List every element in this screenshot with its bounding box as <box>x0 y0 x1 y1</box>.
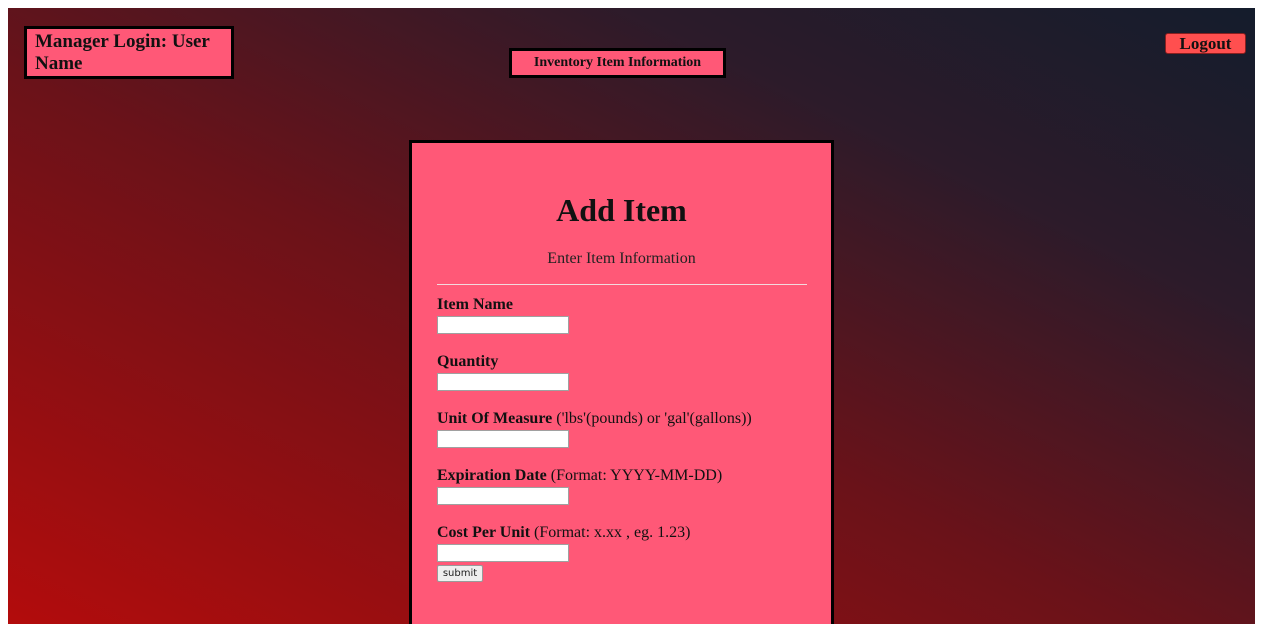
unit-of-measure-label: Unit Of Measure ('lbs'(pounds) or 'gal'(… <box>437 410 752 427</box>
quantity-field: Quantity <box>437 353 569 391</box>
expiration-date-label: Expiration Date (Format: YYYY-MM-DD) <box>437 467 723 484</box>
form-title: Add Item <box>556 192 687 228</box>
logout-button[interactable]: Logout <box>1165 33 1246 54</box>
item-name-field: Item Name <box>437 296 569 334</box>
quantity-input[interactable] <box>437 373 569 391</box>
quantity-label: Quantity <box>437 353 499 370</box>
add-item-form: Add Item Enter Item Information Item Nam… <box>409 140 834 624</box>
form-subtitle: Enter Item Information <box>547 250 696 267</box>
form-divider <box>437 284 807 285</box>
page-background: Manager Login: User Name Inventory Item … <box>8 8 1255 624</box>
expiration-date-input[interactable] <box>437 487 569 505</box>
expiration-date-field: Expiration Date (Format: YYYY-MM-DD) <box>437 467 722 505</box>
cost-per-unit-input[interactable] <box>437 544 569 562</box>
cost-per-unit-label: Cost Per Unit (Format: x.xx , eg. 1.23) <box>437 524 691 541</box>
section-title: Inventory Item Information <box>509 48 726 78</box>
unit-of-measure-field: Unit Of Measure ('lbs'(pounds) or 'gal'(… <box>437 410 752 448</box>
submit-button[interactable]: submit <box>437 565 483 582</box>
item-name-label: Item Name <box>437 296 513 313</box>
cost-per-unit-field: Cost Per Unit (Format: x.xx , eg. 1.23) <box>437 524 690 562</box>
item-name-input[interactable] <box>437 316 569 334</box>
manager-login-label: Manager Login: User Name <box>24 26 234 79</box>
unit-of-measure-input[interactable] <box>437 430 569 448</box>
